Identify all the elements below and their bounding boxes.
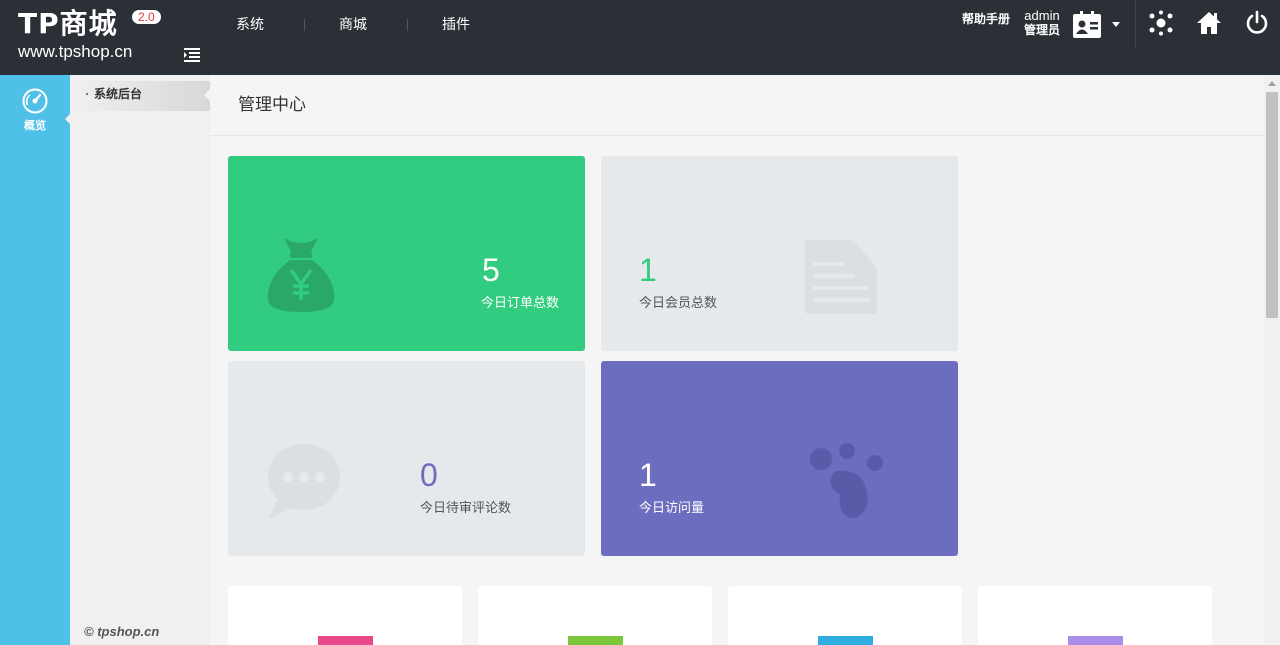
bullet-dot [86,93,88,95]
footprint-icon [810,443,883,518]
id-card-icon[interactable] [1072,10,1102,40]
top-nav: 系统 商城 插件 [236,16,470,34]
stat-card-comments[interactable]: 0 今日待审评论数 [228,361,585,556]
stat-label: 今日订单总数 [481,296,560,311]
nav-separator [407,19,408,31]
stat-label: 今日待审评论数 [420,501,512,516]
nav-item-plugins[interactable]: 插件 [442,16,470,34]
user-info[interactable]: admin 管理员 [1024,8,1061,38]
stat-card-visits[interactable]: 1 今日访问量 [601,361,958,556]
accent-bar [318,636,373,645]
scrollbar-thumb[interactable] [1266,92,1278,318]
logo[interactable]: TP商城 www.tpshop.cn 2.0 [18,7,161,62]
stat-value: 1 [639,252,657,288]
quick-card[interactable] [478,586,712,645]
power-icon[interactable] [1244,10,1270,36]
accent-bar [568,636,623,645]
stat-value: 0 [420,457,438,493]
toolbar-divider [1135,0,1136,48]
stat-value: 5 [482,252,500,288]
accent-bar [1068,636,1123,645]
submenu-panel: 系统后台 © tpshop.cn [70,75,210,645]
nav-separator [304,19,305,31]
vertical-scrollbar[interactable] [1264,75,1280,645]
dashboard-gauge-icon [22,88,48,114]
document-icon [805,240,877,314]
copyright-text: © tpshop.cn [84,624,160,639]
home-icon[interactable] [1196,10,1222,36]
nav-item-mall[interactable]: 商城 [339,16,367,34]
left-icon-sidebar: 概览 [0,75,71,645]
network-hub-icon[interactable] [1148,10,1174,36]
logo-domain: www.tpshop.cn [18,42,133,61]
stat-label: 今日会员总数 [639,296,718,311]
quick-card[interactable] [228,586,462,645]
page-header: 管理中心 [210,75,1264,136]
user-dropdown-caret-icon[interactable] [1112,22,1120,27]
main-content: 管理中心 5 今日订单总数 1 今日会员总数 0 今日待审评论数 1 今日访问量 [210,75,1264,645]
top-bar: TP商城 www.tpshop.cn 2.0 系统 商城 插件 帮助手册 adm… [0,0,1280,75]
submenu-item-label: 系统后台 [94,87,143,101]
stat-label: 今日访问量 [639,501,705,516]
version-badge: 2.0 [132,10,161,24]
page-title: 管理中心 [238,95,306,115]
help-manual-link[interactable]: 帮助手册 [962,10,1010,27]
accent-bar [818,636,873,645]
money-bag-icon [267,238,335,312]
quick-card[interactable] [978,586,1212,645]
stat-value: 1 [639,457,657,493]
sidebar-item-label: 概览 [24,119,46,132]
stat-card-orders[interactable]: 5 今日订单总数 [228,156,585,351]
user-role: 管理员 [1024,23,1061,37]
submenu-item-system-backend[interactable]: 系统后台 [70,81,210,111]
chat-bubble-icon [268,444,340,519]
stat-card-members[interactable]: 1 今日会员总数 [601,156,958,351]
scroll-up-arrow-icon[interactable] [1268,81,1276,86]
quick-card[interactable] [728,586,962,645]
nav-item-system[interactable]: 系统 [236,16,264,34]
user-name: admin [1024,8,1060,23]
logo-text: TP商城 [18,7,118,40]
menu-collapse-icon[interactable] [183,45,201,63]
sidebar-item-overview[interactable]: 概览 [0,75,71,135]
